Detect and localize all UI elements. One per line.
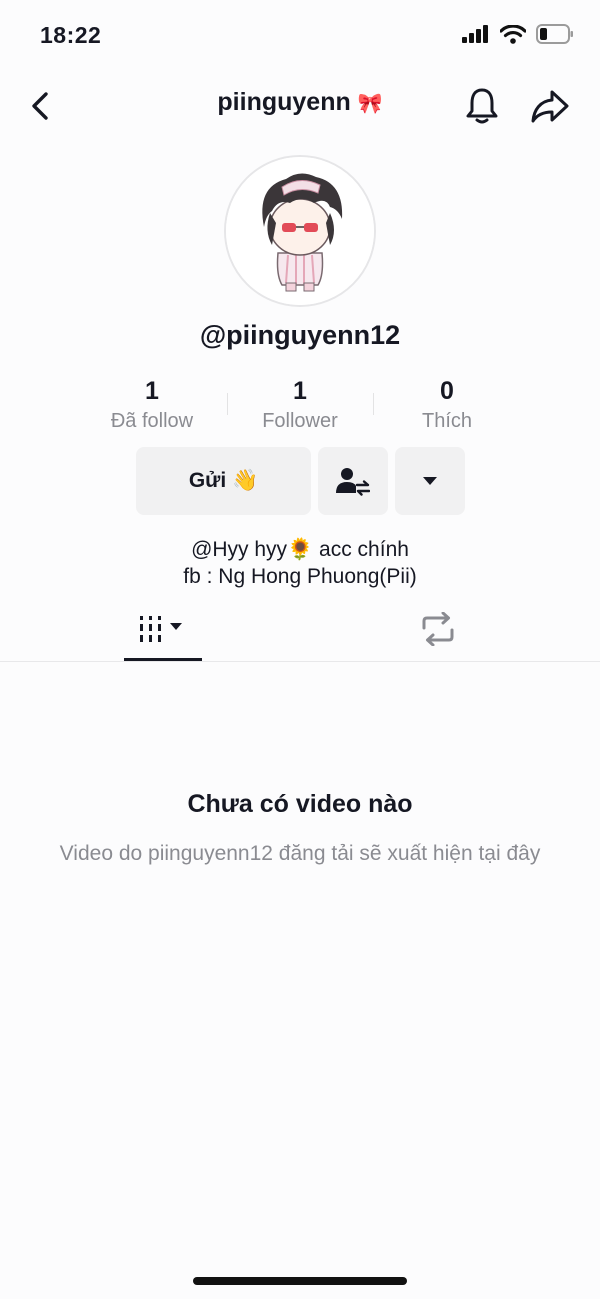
username-label: piinguyenn: [217, 88, 351, 116]
empty-state-subtitle: Video do piinguyenn12 đăng tải sẽ xuất h…: [59, 842, 541, 865]
signal-icon: [462, 25, 488, 43]
stat-likes-value: 0: [440, 377, 454, 405]
friends-button[interactable]: [318, 447, 388, 515]
status-time: 18:22: [40, 22, 102, 48]
tab-reposts[interactable]: [400, 608, 476, 658]
stat-following-value: 1: [145, 377, 159, 405]
status-icons: [462, 24, 574, 44]
stat-likes[interactable]: 0 Thích: [372, 376, 522, 433]
notifications-button[interactable]: [464, 86, 500, 126]
profile-handle: @piinguyenn12: [199, 320, 401, 350]
ribbon-symbol: 🎀: [357, 93, 383, 115]
stat-followers-value: 1: [293, 377, 307, 405]
profile-bio: @Hyy hyy🌻 acc chính fb : Ng Hong Phuong(…: [0, 536, 600, 590]
tab-videos[interactable]: [124, 608, 202, 662]
share-arrow-icon: [531, 90, 569, 123]
stat-followers[interactable]: 1 Follower: [225, 376, 375, 433]
stat-followers-label: Follower: [262, 410, 338, 432]
more-options-button[interactable]: [395, 447, 465, 515]
send-button[interactable]: Gửi 👋: [136, 447, 311, 515]
grid-columns-icon: [140, 616, 182, 642]
stat-following[interactable]: 1 Đã follow: [77, 376, 227, 433]
caret-down-icon: [423, 477, 437, 485]
send-button-label: Gửi 👋: [188, 469, 259, 492]
page-title: piinguyenn 🎀: [0, 88, 600, 117]
avatar[interactable]: [224, 155, 376, 307]
avatar-illustration: [226, 157, 374, 305]
user-swap-icon: [336, 468, 370, 496]
bio-line-2: fb : Ng Hong Phuong(Pii): [183, 565, 417, 588]
repost-icon: [422, 612, 454, 646]
share-button[interactable]: [530, 86, 570, 126]
stat-following-label: Đã follow: [110, 410, 194, 432]
battery-icon: [536, 24, 573, 44]
wifi-icon: [500, 24, 526, 44]
home-indicator[interactable]: [193, 1277, 407, 1285]
stat-likes-label: Thích: [421, 410, 473, 432]
bio-line-1: @Hyy hyy🌻 acc chính: [191, 538, 409, 561]
tabs-divider: [0, 661, 600, 662]
empty-state-title: Chưa có video nào: [187, 790, 413, 818]
bell-icon: [466, 88, 498, 124]
